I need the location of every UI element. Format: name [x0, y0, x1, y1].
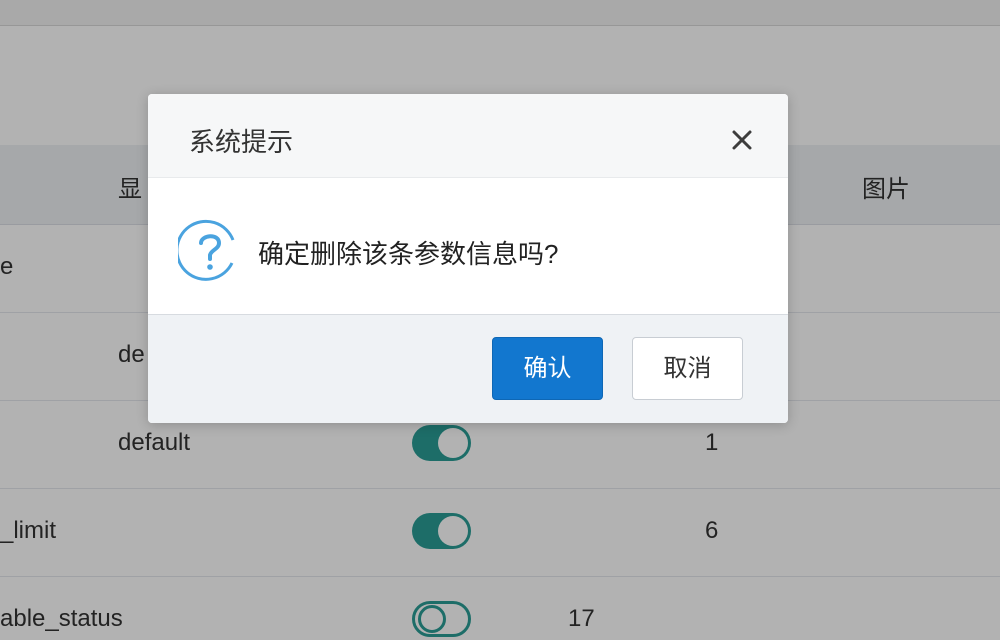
confirm-button[interactable]: 确认 [492, 337, 603, 400]
dialog-body: 确定删除该条参数信息吗? [148, 178, 788, 314]
cancel-button[interactable]: 取消 [632, 337, 743, 400]
question-circle-icon [175, 218, 242, 282]
dialog-footer: 确认 取消 [148, 314, 788, 423]
close-icon[interactable] [726, 124, 758, 156]
dialog-message: 确定删除该条参数信息吗? [258, 239, 559, 269]
page: 显 图片 e de default 1 _limit 6 able_status… [0, 0, 1000, 640]
dialog-title: 系统提示 [189, 127, 294, 157]
dialog-header: 系统提示 [148, 94, 788, 178]
confirm-dialog: 系统提示 确定删除该条参数信息吗? 确认 取消 [148, 94, 788, 423]
